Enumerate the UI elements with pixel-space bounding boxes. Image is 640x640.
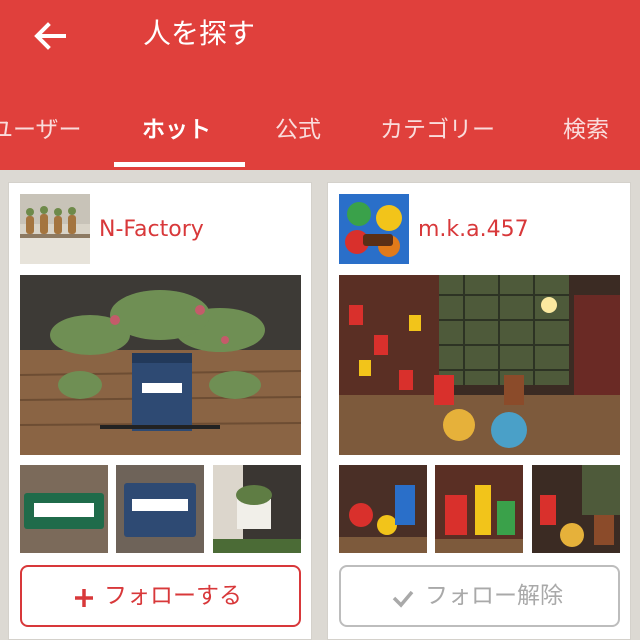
thumbnail[interactable] bbox=[532, 465, 620, 553]
page-title: 人を探す bbox=[143, 17, 256, 50]
main-photo-image bbox=[20, 275, 301, 455]
photo-thumbnails bbox=[20, 465, 301, 553]
unfollow-button[interactable]: フォロー解除 bbox=[339, 565, 620, 627]
avatar[interactable] bbox=[339, 194, 409, 264]
follow-button[interactable]: フォローする bbox=[20, 565, 301, 627]
username[interactable]: m.k.a.457 bbox=[418, 213, 529, 247]
unfollow-button-label: フォロー解除 bbox=[425, 583, 563, 609]
follow-button-label: フォローする bbox=[104, 583, 242, 609]
plus-icon bbox=[75, 589, 93, 607]
avatar-image bbox=[339, 194, 409, 264]
tab-search[interactable]: 検索 bbox=[563, 112, 609, 148]
tab-users[interactable]: ユーザー bbox=[0, 112, 82, 148]
tab-hot[interactable]: ホット bbox=[142, 112, 211, 148]
arrow-left-icon bbox=[34, 22, 66, 50]
user-card[interactable]: N-Factory フォローする bbox=[8, 182, 312, 640]
username[interactable]: N-Factory bbox=[99, 213, 204, 247]
check-icon bbox=[392, 590, 414, 608]
thumbnail[interactable] bbox=[339, 465, 427, 553]
tab-official[interactable]: 公式 bbox=[275, 112, 321, 148]
tab-bar: ユーザー ホット 公式 カテゴリー 検索 bbox=[0, 104, 640, 170]
avatar[interactable] bbox=[20, 194, 90, 264]
title-bar: 人を探す bbox=[0, 0, 640, 70]
back-button[interactable] bbox=[30, 16, 70, 56]
main-photo-image bbox=[339, 275, 620, 455]
main-photo[interactable] bbox=[20, 275, 301, 455]
user-card[interactable]: m.k.a.457 フォロー解除 bbox=[327, 182, 631, 640]
thumbnail[interactable] bbox=[213, 465, 301, 553]
main-photo[interactable] bbox=[339, 275, 620, 455]
photo-thumbnails bbox=[339, 465, 620, 553]
tab-category[interactable]: カテゴリー bbox=[380, 112, 495, 148]
tab-active-indicator bbox=[114, 162, 245, 167]
avatar-image bbox=[20, 194, 90, 264]
app-bar: 人を探す ユーザー ホット 公式 カテゴリー 検索 bbox=[0, 0, 640, 170]
thumbnail[interactable] bbox=[20, 465, 108, 553]
thumbnail[interactable] bbox=[116, 465, 204, 553]
thumbnail[interactable] bbox=[435, 465, 523, 553]
